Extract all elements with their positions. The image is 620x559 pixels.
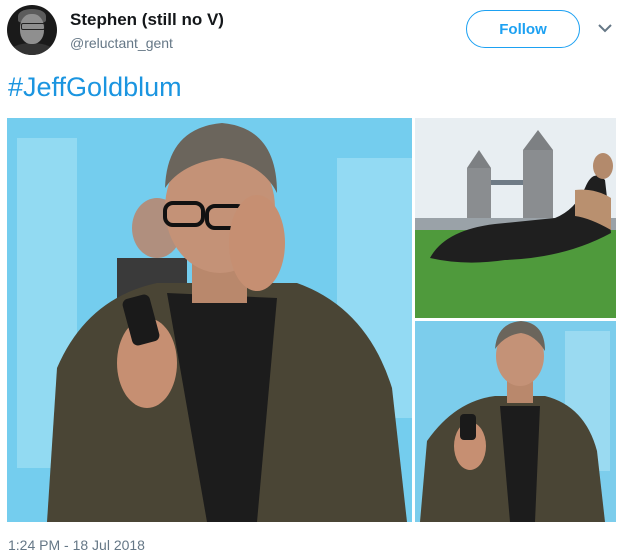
chevron-down-icon[interactable] xyxy=(597,22,613,34)
display-name[interactable]: Stephen (still no V) xyxy=(70,10,224,30)
follow-button[interactable]: Follow xyxy=(466,10,580,48)
tweet-card: Stephen (still no V) @reluctant_gent Fol… xyxy=(0,0,620,559)
avatar[interactable] xyxy=(7,5,57,55)
tweet-photo-main[interactable] xyxy=(7,118,412,522)
tweet-timestamp[interactable]: 1:24 PM - 18 Jul 2018 xyxy=(8,537,145,553)
tweet-photo-phone[interactable] xyxy=(415,321,616,522)
hashtag-link[interactable]: #JeffGoldblum xyxy=(8,72,182,103)
tweet-photo-statue[interactable] xyxy=(415,118,616,318)
user-handle[interactable]: @reluctant_gent xyxy=(70,35,173,51)
